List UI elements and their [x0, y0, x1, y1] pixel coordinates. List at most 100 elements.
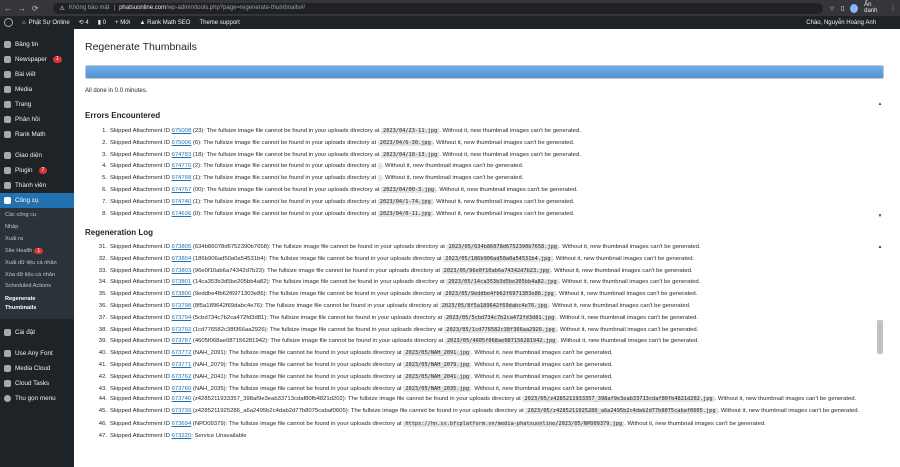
- submenu-export-personal-data[interactable]: Xuất dữ liệu cá nhân: [0, 258, 74, 270]
- log-scrollbar[interactable]: ▲: [877, 242, 883, 467]
- attachment-link[interactable]: 673771: [172, 362, 192, 368]
- attachment-link[interactable]: 674740: [172, 199, 192, 205]
- sidebar-item-plugins[interactable]: Plugin 7: [0, 163, 74, 178]
- address-bar[interactable]: ⚠ Không bảo mật | phatsuonline.com/wp-ad…: [53, 2, 824, 14]
- attachment-link[interactable]: 673805: [172, 244, 192, 250]
- attachment-link[interactable]: 675008: [172, 128, 192, 134]
- attachment-link[interactable]: 673792: [172, 327, 192, 333]
- updates-link[interactable]: ⟲ 4: [79, 19, 89, 26]
- item-text: (18): The fullsize image file cannot be …: [191, 151, 382, 158]
- url-host: phatsuonline.com: [119, 5, 167, 11]
- list-item: 5. Skipped Attachment ID 674768 (1): The …: [85, 173, 882, 185]
- star-icon[interactable]: ☆: [829, 5, 834, 12]
- submenu-site-health[interactable]: Site Health 1: [0, 246, 74, 258]
- rank-math-link[interactable]: ▲ Rank Math SEO: [139, 20, 190, 26]
- item-number: 31.: [98, 244, 107, 250]
- errors-scrollbar[interactable]: ▲ ▼: [877, 101, 883, 219]
- file-path: 2023/05/NAH_2041.jpg: [403, 373, 472, 380]
- scroll-up-icon[interactable]: ▲: [877, 244, 883, 250]
- sidebar-item-pages[interactable]: Trang: [0, 97, 74, 112]
- sidebar-item-newspaper[interactable]: Newspaper 1: [0, 52, 74, 67]
- sidebar-item-cloud-tasks[interactable]: Cloud Tasks: [0, 376, 74, 391]
- item-text: . Without it, new thumbnail images can't…: [558, 279, 701, 286]
- sidebar-item-rank-math[interactable]: Rank Math: [0, 127, 74, 142]
- item-text: (5cbd734c7b2ca472fd3d81): The fullsize i…: [191, 314, 444, 321]
- sidebar-item-users[interactable]: Thành viên: [0, 178, 74, 193]
- theme-support-link[interactable]: Theme support: [199, 20, 239, 26]
- sidebar-item-posts[interactable]: Bài viết: [0, 67, 74, 82]
- user-greeting[interactable]: Chào, Nguyễn Hoàng Anh: [806, 20, 896, 26]
- item-number: 38.: [98, 326, 107, 333]
- submenu-scheduled-actions[interactable]: Scheduled Actions: [0, 281, 74, 293]
- attachment-link[interactable]: 673804: [172, 256, 192, 262]
- attachment-link[interactable]: 673794: [172, 315, 192, 321]
- attachment-link[interactable]: 674636: [172, 211, 192, 217]
- sidebar-item-settings[interactable]: Cài đặt: [0, 325, 74, 340]
- item-text: . Without it, new thumbnail images can't…: [550, 267, 693, 274]
- sidebar-item-dashboard[interactable]: Bảng tin: [0, 37, 74, 52]
- collapse-icon: [4, 395, 11, 403]
- sidebar-item-media-cloud[interactable]: Media Cloud: [0, 361, 74, 376]
- submenu-regenerate-thumbnails[interactable]: Regenerate Thumbnails: [0, 293, 74, 315]
- attachment-link[interactable]: 675006: [172, 140, 192, 146]
- submenu-import[interactable]: Nhập: [0, 222, 74, 234]
- submenu-erase-personal-data[interactable]: Xóa dữ liệu cá nhân: [0, 270, 74, 282]
- attachment-link[interactable]: 673760: [172, 386, 192, 392]
- item-text: (00): The fullsize image file cannot be …: [191, 186, 382, 193]
- item-text: . Without it, new thumbnail images can't…: [559, 244, 701, 250]
- site-name-link[interactable]: Phật Sự Online: [29, 20, 70, 26]
- incognito-avatar-icon[interactable]: [850, 3, 859, 13]
- attachment-link[interactable]: 673800: [172, 291, 192, 297]
- attachment-link[interactable]: 674768: [172, 175, 192, 181]
- scroll-up-icon[interactable]: ▲: [877, 101, 883, 107]
- file-path: 2023/05/NAH_2079.jpg: [403, 361, 472, 368]
- file-path: 2023/05/634b86078d6752390b7658.jpg: [446, 244, 559, 250]
- log-heading: Regeneration Log: [85, 228, 154, 237]
- item-text: (23): The fullsize image file cannot be …: [191, 128, 382, 134]
- attachment-link[interactable]: 674783: [172, 152, 192, 158]
- reload-icon[interactable]: ⟳: [32, 4, 39, 13]
- attachment-link[interactable]: 673803: [172, 268, 192, 274]
- item-text: (0): The fullsize image file cannot be f…: [191, 210, 378, 217]
- attachment-link[interactable]: 673798: [172, 303, 192, 309]
- sidebar-item-media[interactable]: Media: [0, 82, 74, 97]
- attachment-link[interactable]: 674770: [172, 163, 192, 169]
- attachment-link[interactable]: 673762: [172, 374, 192, 380]
- attachment-link[interactable]: 673801: [172, 279, 192, 285]
- attachment-link[interactable]: 673220: [172, 433, 192, 439]
- attachment-link[interactable]: 673787: [172, 338, 192, 344]
- item-text: (NAH_2041): The fullsize image file cann…: [191, 373, 404, 380]
- comments-link[interactable]: ▮ 0: [98, 19, 106, 26]
- submenu-export[interactable]: Xuất ra: [0, 234, 74, 246]
- log-scrollbar-thumb[interactable]: [877, 320, 883, 354]
- profile-label[interactable]: Ẩn danh: [864, 2, 884, 14]
- attachment-link[interactable]: 673739: [172, 408, 192, 414]
- scroll-down-icon[interactable]: ▼: [877, 213, 883, 219]
- sidebar-item-use-any-font[interactable]: Use Any Font: [0, 346, 74, 361]
- item-number: 40.: [98, 350, 107, 357]
- sidebar-toggle-icon[interactable]: ▯: [841, 5, 844, 12]
- menu-dots-icon[interactable]: ⋮: [890, 5, 896, 12]
- sidebar-item-appearance[interactable]: Giao diện: [0, 148, 74, 163]
- wordpress-logo-icon[interactable]: [4, 18, 13, 27]
- regeneration-log[interactable]: 31. Skipped Attachment ID 673805 (634b860…: [85, 242, 882, 467]
- list-item: 4. Skipped Attachment ID 674770 (2): The …: [85, 161, 882, 173]
- file-path: 2023/05/NAH_2035.jpg: [403, 385, 472, 392]
- submenu-all-tools[interactable]: Các công cụ: [0, 210, 74, 222]
- file-path: 2023/05/4605f068ae087156281942.jpg: [444, 338, 558, 345]
- file-path: 2023/04/1-74.jpg: [377, 198, 433, 205]
- back-arrow-icon[interactable]: ←: [4, 4, 12, 13]
- errors-list[interactable]: 1. Skipped Attachment ID 675008 (23): The…: [85, 126, 882, 220]
- sidebar-item-tools[interactable]: Công cụ: [0, 193, 74, 208]
- plugin-icon: [4, 167, 11, 174]
- attachment-link[interactable]: 674767: [172, 187, 192, 193]
- attachment-link[interactable]: 673772: [172, 350, 192, 356]
- sidebar-collapse-menu[interactable]: Thu gọn menu: [0, 391, 74, 406]
- item-text: . Without it, new thumbnail images can't…: [471, 350, 613, 357]
- sidebar-item-comments[interactable]: Phản hồi: [0, 112, 74, 127]
- list-item: 42. Skipped Attachment ID 673762 (NAH_204…: [85, 372, 882, 384]
- attachment-link[interactable]: 673694: [172, 421, 192, 427]
- new-content-link[interactable]: + Mới: [115, 20, 130, 26]
- attachment-link[interactable]: 673740: [172, 396, 192, 402]
- forward-arrow-icon[interactable]: →: [18, 4, 26, 13]
